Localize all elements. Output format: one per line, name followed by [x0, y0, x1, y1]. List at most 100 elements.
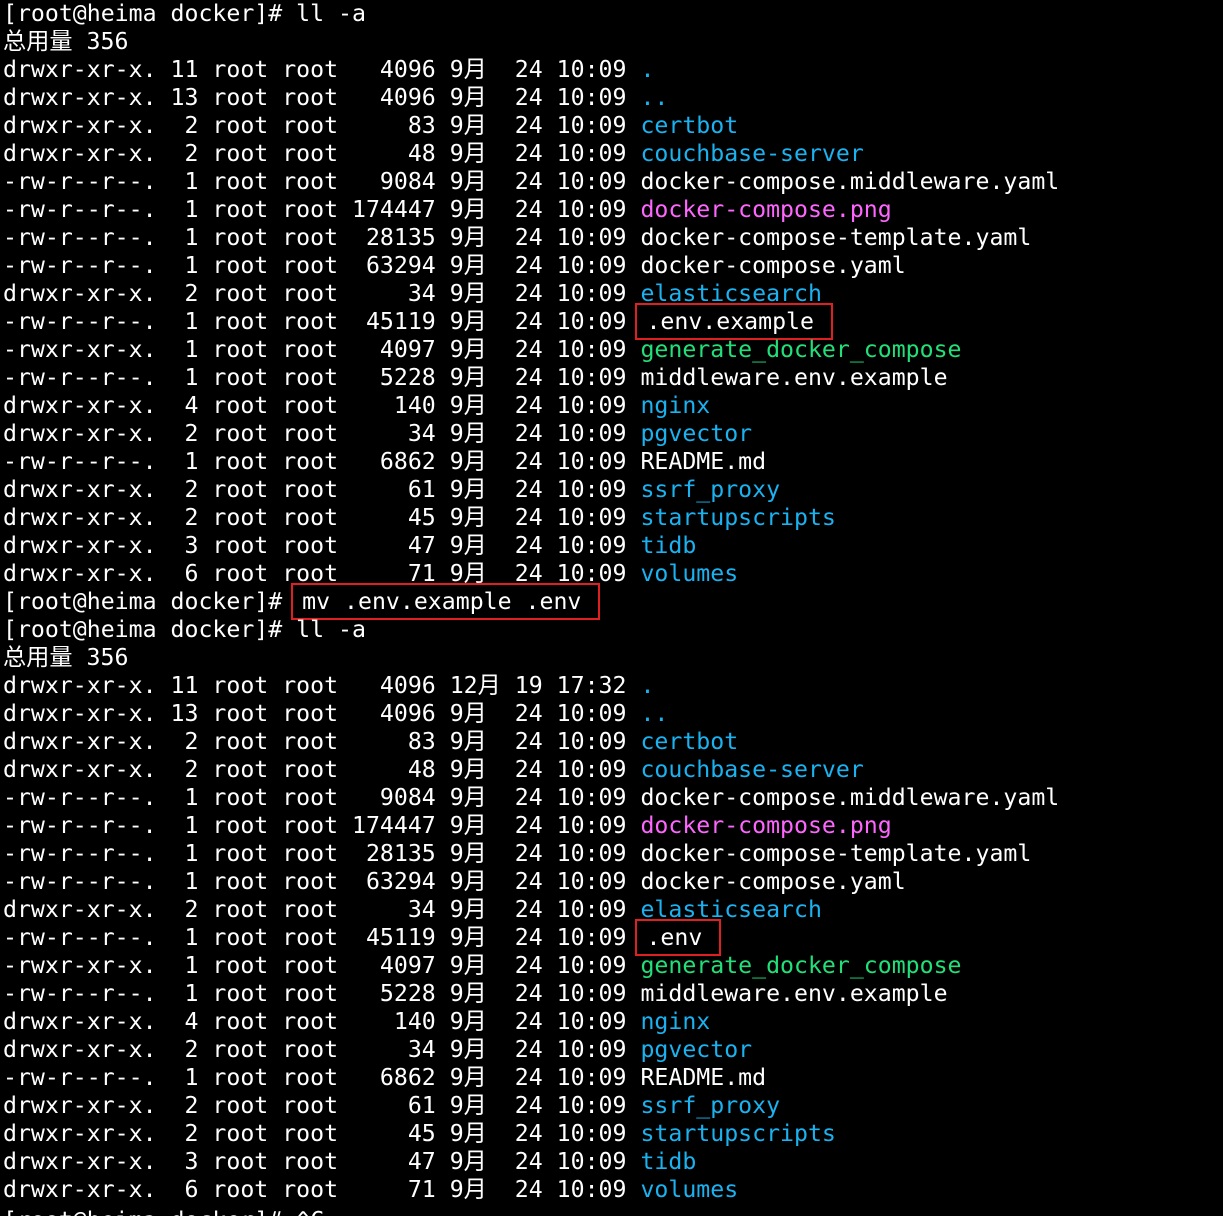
shell-command: ^C — [296, 1207, 324, 1216]
filename: docker-compose.png — [640, 812, 892, 839]
file-entry: -rw-r--r--. 1 root root 6862 9月 24 10:09… — [3, 1064, 1221, 1092]
file-metadata: drwxr-xr-x. 6 root root 71 9月 24 10:09 — [3, 1176, 641, 1203]
file-entry: drwxr-xr-x. 2 root root 34 9月 24 10:09 e… — [3, 896, 1221, 924]
filename: pgvector — [640, 1036, 753, 1063]
file-metadata: drwxr-xr-x. 2 root root 61 9月 24 10:09 — [3, 1092, 641, 1119]
file-entry: -rw-r--r--. 1 root root 28135 9月 24 10:0… — [3, 224, 1221, 252]
file-entry: -rw-r--r--. 1 root root 45119 9月 24 10:0… — [3, 919, 1221, 956]
file-metadata: drwxr-xr-x. 4 root root 140 9月 24 10:09 — [3, 1008, 641, 1035]
file-entry: drwxr-xr-x. 6 root root 71 9月 24 10:09 v… — [3, 1176, 1221, 1204]
file-entry: drwxr-xr-x. 2 root root 34 9月 24 10:09 p… — [3, 420, 1221, 448]
file-entry: -rw-r--r--. 1 root root 45119 9月 24 10:0… — [3, 303, 1221, 340]
file-entry: drwxr-xr-x. 2 root root 48 9月 24 10:09 c… — [3, 140, 1221, 168]
filename: README.md — [640, 1064, 767, 1091]
filename: nginx — [640, 1008, 711, 1035]
shell-prompt: [root@heima docker]# — [3, 588, 297, 615]
filename: elasticsearch — [640, 896, 822, 923]
filename: startupscripts — [640, 504, 836, 531]
file-metadata: drwxr-xr-x. 4 root root 140 9月 24 10:09 — [3, 392, 641, 419]
file-metadata: -rw-r--r--. 1 root root 5228 9月 24 10:09 — [3, 364, 641, 391]
filename: . — [640, 56, 655, 83]
file-entry: drwxr-xr-x. 4 root root 140 9月 24 10:09 … — [3, 1008, 1221, 1036]
filename: middleware.env.example — [640, 980, 948, 1007]
filename: startupscripts — [640, 1120, 836, 1147]
filename: couchbase-server — [640, 756, 864, 783]
filename: tidb — [640, 1148, 697, 1175]
file-entry: drwxr-xr-x. 2 root root 48 9月 24 10:09 c… — [3, 756, 1221, 784]
filename: docker-compose.middleware.yaml — [640, 784, 1060, 811]
file-metadata: drwxr-xr-x. 2 root root 83 9月 24 10:09 — [3, 112, 641, 139]
file-metadata: drwxr-xr-x. 2 root root 34 9月 24 10:09 — [3, 896, 641, 923]
filename: docker-compose.middleware.yaml — [640, 168, 1060, 195]
filename: couchbase-server — [640, 140, 864, 167]
file-entry: drwxr-xr-x. 2 root root 45 9月 24 10:09 s… — [3, 504, 1221, 532]
total-text: 总用量 356 — [3, 644, 129, 671]
file-metadata: -rw-r--r--. 1 root root 63294 9月 24 10:0… — [3, 868, 641, 895]
file-entry: drwxr-xr-x. 2 root root 34 9月 24 10:09 p… — [3, 1036, 1221, 1064]
file-entry: drwxr-xr-x. 4 root root 140 9月 24 10:09 … — [3, 392, 1221, 420]
file-entry: drwxr-xr-x. 2 root root 34 9月 24 10:09 e… — [3, 280, 1221, 308]
highlighted-filename: .env.example — [635, 303, 833, 340]
file-entry: -rw-r--r--. 1 root root 6862 9月 24 10:09… — [3, 448, 1221, 476]
file-entry: -rwxr-xr-x. 1 root root 4097 9月 24 10:09… — [3, 952, 1221, 980]
file-entry: -rw-r--r--. 1 root root 63294 9月 24 10:0… — [3, 868, 1221, 896]
highlighted-filename: .env — [635, 919, 722, 956]
file-metadata: drwxr-xr-x. 2 root root 83 9月 24 10:09 — [3, 728, 641, 755]
file-metadata: drwxr-xr-x. 13 root root 4096 9月 24 10:0… — [3, 700, 641, 727]
file-entry: drwxr-xr-x. 2 root root 61 9月 24 10:09 s… — [3, 476, 1221, 504]
filename: volumes — [640, 1176, 739, 1203]
filename: ssrf_proxy — [640, 1092, 781, 1119]
file-metadata: -rw-r--r--. 1 root root 6862 9月 24 10:09 — [3, 1064, 641, 1091]
filename: tidb — [640, 532, 697, 559]
file-entry: drwxr-xr-x. 11 root root 4096 9月 24 10:0… — [3, 56, 1221, 84]
file-metadata: drwxr-xr-x. 2 root root 48 9月 24 10:09 — [3, 140, 641, 167]
filename: docker-compose-template.yaml — [640, 224, 1032, 251]
file-entry: -rw-r--r--. 1 root root 63294 9月 24 10:0… — [3, 252, 1221, 280]
terminal-window[interactable]: [root@heima docker]# ll -a 总用量 356 drwxr-x… — [3, 0, 1221, 1216]
file-metadata: drwxr-xr-x. 2 root root 48 9月 24 10:09 — [3, 756, 641, 783]
file-metadata: -rwxr-xr-x. 1 root root 4097 9月 24 10:09 — [3, 336, 641, 363]
file-entry: drwxr-xr-x. 2 root root 83 9月 24 10:09 c… — [3, 112, 1221, 140]
filename: docker-compose.png — [640, 196, 892, 223]
file-metadata: -rw-r--r--. 1 root root 9084 9月 24 10:09 — [3, 168, 641, 195]
filename: docker-compose.yaml — [640, 868, 906, 895]
filename: volumes — [640, 560, 739, 587]
file-metadata: drwxr-xr-x. 2 root root 61 9月 24 10:09 — [3, 476, 641, 503]
file-entry: drwxr-xr-x. 13 root root 4096 9月 24 10:0… — [3, 84, 1221, 112]
file-metadata: drwxr-xr-x. 6 root root 71 9月 24 10:09 — [3, 560, 641, 587]
file-entry: drwxr-xr-x. 3 root root 47 9月 24 10:09 t… — [3, 1148, 1221, 1176]
prompt-line: [root@heima docker]# ll -a — [3, 0, 1221, 28]
filename: generate_docker_compose — [640, 336, 962, 363]
total-text: 总用量 356 — [3, 28, 129, 55]
file-metadata: drwxr-xr-x. 11 root root 4096 9月 24 10:0… — [3, 56, 641, 83]
total-line: 总用量 356 — [3, 644, 1221, 672]
file-metadata: -rw-r--r--. 1 root root 45119 9月 24 10:0… — [3, 308, 641, 335]
total-line: 总用量 356 — [3, 28, 1221, 56]
file-metadata: drwxr-xr-x. 2 root root 45 9月 24 10:09 — [3, 504, 641, 531]
file-entry: drwxr-xr-x. 2 root root 83 9月 24 10:09 c… — [3, 728, 1221, 756]
shell-prompt: [root@heima docker]# — [3, 616, 297, 643]
file-entry: drwxr-xr-x. 13 root root 4096 9月 24 10:0… — [3, 700, 1221, 728]
file-metadata: drwxr-xr-x. 11 root root 4096 12月 19 17:… — [3, 672, 641, 699]
shell-command: ll -a — [296, 616, 366, 643]
filename: ssrf_proxy — [640, 476, 781, 503]
file-metadata: -rwxr-xr-x. 1 root root 4097 9月 24 10:09 — [3, 952, 641, 979]
file-metadata: -rw-r--r--. 1 root root 5228 9月 24 10:09 — [3, 980, 641, 1007]
file-metadata: drwxr-xr-x. 2 root root 45 9月 24 10:09 — [3, 1120, 641, 1147]
filename: elasticsearch — [640, 280, 822, 307]
file-metadata: -rw-r--r--. 1 root root 28135 9月 24 10:0… — [3, 840, 641, 867]
filename: docker-compose.yaml — [640, 252, 906, 279]
file-metadata: -rw-r--r--. 1 root root 6862 9月 24 10:09 — [3, 448, 641, 475]
file-metadata: -rw-r--r--. 1 root root 174447 9月 24 10:… — [3, 196, 641, 223]
file-entry: -rw-r--r--. 1 root root 5228 9月 24 10:09… — [3, 364, 1221, 392]
filename: middleware.env.example — [640, 364, 948, 391]
file-metadata: drwxr-xr-x. 13 root root 4096 9月 24 10:0… — [3, 84, 641, 111]
file-entry: drwxr-xr-x. 3 root root 47 9月 24 10:09 t… — [3, 532, 1221, 560]
file-entry: -rw-r--r--. 1 root root 9084 9月 24 10:09… — [3, 784, 1221, 812]
file-entry: -rw-r--r--. 1 root root 174447 9月 24 10:… — [3, 196, 1221, 224]
shell-prompt: [root@heima docker]# — [3, 1207, 296, 1216]
file-metadata: drwxr-xr-x. 2 root root 34 9月 24 10:09 — [3, 280, 641, 307]
filename: certbot — [640, 112, 739, 139]
file-metadata: -rw-r--r--. 1 root root 28135 9月 24 10:0… — [3, 224, 641, 251]
filename: certbot — [640, 728, 739, 755]
